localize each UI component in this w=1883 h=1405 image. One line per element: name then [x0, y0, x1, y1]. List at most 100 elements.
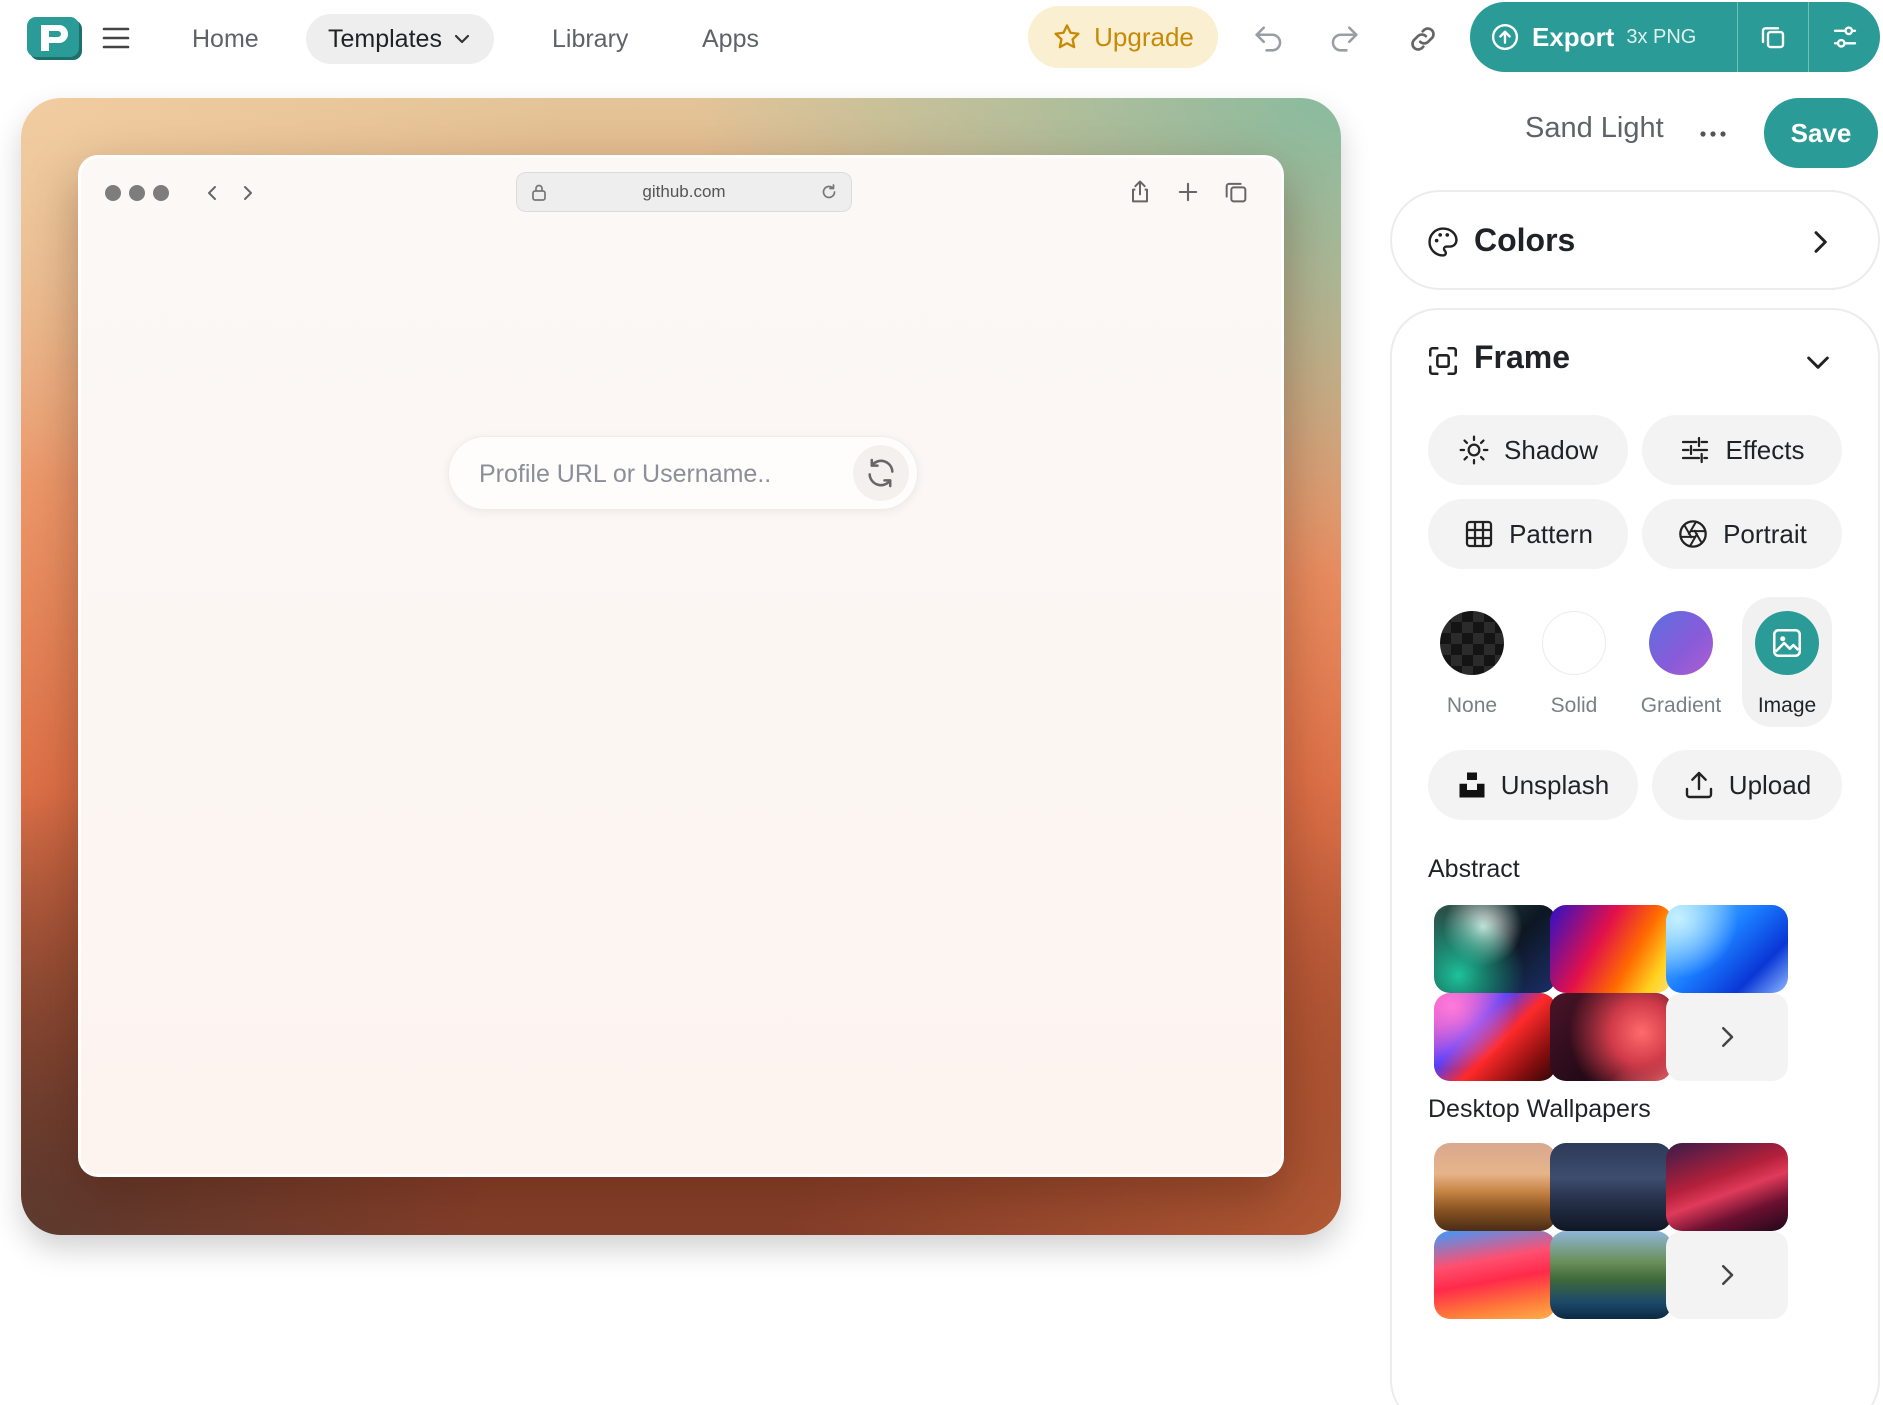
redo-icon[interactable]: [1326, 20, 1364, 58]
top-bar: Home Templates Library Apps Upgrade Expo…: [0, 0, 1883, 76]
window-dot: [129, 185, 145, 201]
export-label: Export: [1532, 21, 1615, 52]
chevron-right-icon: [1814, 231, 1827, 253]
copy-icon: [1761, 27, 1785, 49]
logo-p-icon: [41, 25, 68, 51]
abstract-thumb[interactable]: [1434, 993, 1556, 1081]
preview-canvas[interactable]: github.com: [21, 98, 1341, 1235]
browser-forward-icon[interactable]: [237, 182, 259, 204]
unsplash-label: Unsplash: [1500, 769, 1610, 800]
nav-apps[interactable]: Apps: [680, 14, 781, 64]
gradient-swatch: [1649, 611, 1713, 675]
profile-url-input[interactable]: [479, 455, 839, 493]
address-text: github.com: [642, 182, 726, 201]
shadow-label: Shadow: [1504, 434, 1598, 465]
lock-icon: [532, 184, 546, 201]
wallpaper-thumb[interactable]: [1550, 1143, 1672, 1231]
background-gradient[interactable]: Gradient: [1636, 597, 1726, 727]
nav-home[interactable]: Home: [170, 14, 281, 64]
portrait-button[interactable]: Portrait: [1642, 499, 1842, 569]
unsplash-button[interactable]: Unsplash: [1428, 750, 1638, 820]
star-icon: [1054, 24, 1080, 49]
copy-button[interactable]: [1738, 2, 1809, 72]
sun-icon: [1459, 435, 1489, 465]
tabs-icon[interactable]: [1222, 178, 1250, 206]
background-none[interactable]: None: [1427, 597, 1517, 727]
export-button[interactable]: Export 3x PNG: [1470, 2, 1738, 72]
colors-section[interactable]: Colors: [1390, 190, 1880, 290]
background-image[interactable]: Image: [1742, 597, 1832, 727]
solid-label: Solid: [1550, 694, 1598, 717]
grid-icon: [1465, 520, 1493, 548]
more-options-icon[interactable]: [1695, 120, 1731, 148]
effects-button[interactable]: Effects: [1642, 415, 1842, 485]
wallpapers-heading: Desktop Wallpapers: [1428, 1095, 1651, 1123]
chevron-down-icon[interactable]: [1802, 346, 1834, 378]
image-label: Image: [1757, 694, 1817, 717]
share-icon[interactable]: [1126, 178, 1154, 206]
abstract-thumb[interactable]: [1550, 905, 1672, 993]
panel-header: Sand Light Save: [1390, 98, 1880, 170]
frame-title[interactable]: Frame: [1474, 339, 1570, 376]
abstract-thumb[interactable]: [1550, 993, 1672, 1081]
effects-label: Effects: [1725, 434, 1805, 465]
pattern-label: Pattern: [1509, 518, 1593, 549]
upload-circle-icon: [1491, 23, 1519, 51]
theme-name[interactable]: Sand Light: [1525, 112, 1664, 145]
chevron-down-icon: [454, 34, 470, 44]
link-icon[interactable]: [1404, 20, 1442, 58]
upgrade-label: Upgrade: [1094, 21, 1194, 52]
undo-icon[interactable]: [1249, 20, 1287, 58]
new-tab-icon[interactable]: [1174, 178, 1202, 206]
profile-input-wrapper: [448, 436, 918, 510]
save-button[interactable]: Save: [1764, 98, 1878, 168]
unsplash-icon: [1459, 772, 1485, 798]
image-swatch: [1755, 611, 1819, 675]
sliders-icon: [1833, 26, 1856, 48]
abstract-thumb[interactable]: [1666, 905, 1788, 993]
window-dot: [105, 185, 121, 201]
frame-section: Frame Shadow Effects Pattern Portrait No…: [1390, 308, 1880, 1405]
upload-label: Upload: [1728, 769, 1812, 800]
address-bar[interactable]: github.com: [516, 172, 852, 212]
export-format: 3x PNG: [1626, 25, 1697, 48]
adjustments-icon: [1682, 436, 1709, 464]
abstract-thumb[interactable]: [1434, 905, 1556, 993]
wallpaper-thumb[interactable]: [1550, 1231, 1672, 1319]
wallpaper-thumb[interactable]: [1666, 1143, 1788, 1231]
wallpaper-thumb[interactable]: [1434, 1143, 1556, 1231]
none-swatch-icon: [1440, 611, 1504, 675]
app-logo[interactable]: [27, 17, 79, 57]
background-solid[interactable]: Solid: [1529, 597, 1619, 727]
chevron-right-icon: [1722, 1027, 1734, 1047]
export-settings-button[interactable]: [1809, 2, 1880, 72]
upload-icon: [1685, 771, 1712, 799]
gradient-label: Gradient: [1640, 694, 1722, 717]
wallpapers-more-button[interactable]: [1666, 1231, 1788, 1319]
frame-icon: [1428, 346, 1458, 376]
browser-back-icon[interactable]: [201, 182, 223, 204]
chevron-right-icon: [1722, 1265, 1734, 1285]
solid-swatch: [1542, 611, 1606, 675]
abstract-more-button[interactable]: [1666, 993, 1788, 1081]
pattern-button[interactable]: Pattern: [1428, 499, 1628, 569]
none-label: None: [1446, 694, 1498, 717]
menu-icon[interactable]: [100, 24, 132, 52]
window-dot: [153, 185, 169, 201]
nav-templates-label: Templates: [328, 25, 442, 53]
browser-frame[interactable]: github.com: [78, 155, 1284, 1177]
nav-library[interactable]: Library: [530, 14, 650, 64]
nav-templates[interactable]: Templates: [306, 14, 494, 64]
shadow-button[interactable]: Shadow: [1428, 415, 1628, 485]
refresh-button[interactable]: [853, 445, 909, 501]
reload-icon[interactable]: [819, 182, 839, 202]
export-group: Export 3x PNG: [1470, 2, 1880, 72]
image-icon: [1772, 628, 1802, 658]
window-controls: [105, 185, 169, 201]
wallpaper-thumb[interactable]: [1434, 1231, 1556, 1319]
palette-icon: [1428, 227, 1458, 257]
upload-button[interactable]: Upload: [1652, 750, 1842, 820]
upgrade-button[interactable]: Upgrade: [1028, 6, 1218, 68]
colors-title: Colors: [1474, 221, 1576, 258]
aperture-icon: [1679, 520, 1707, 548]
